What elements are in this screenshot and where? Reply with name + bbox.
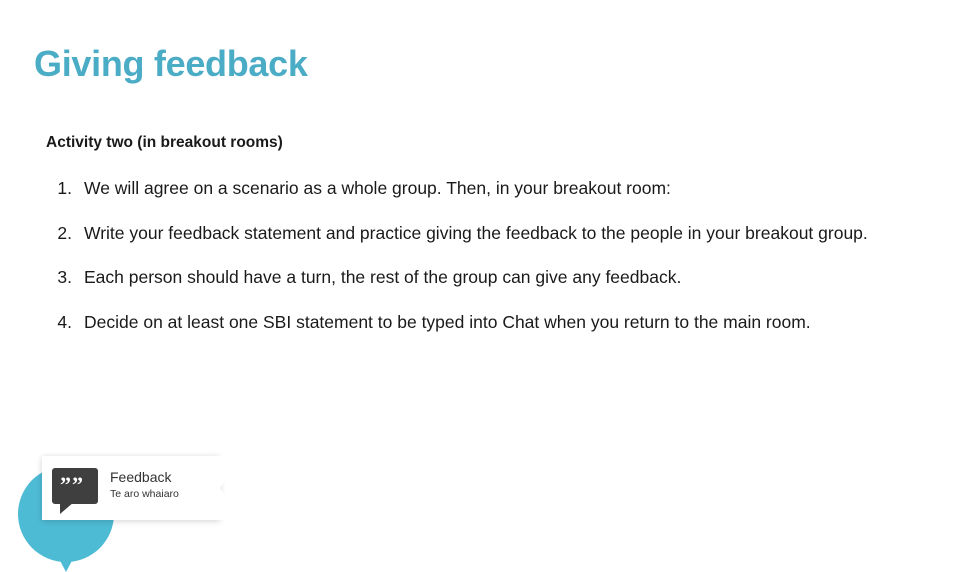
list-item-number: 4. [57, 311, 72, 332]
list-item-number: 3. [57, 267, 72, 288]
list-item-number: 2. [57, 222, 72, 243]
logo-title-mi: Te aro whaiaro [110, 487, 179, 500]
list-item: 1. We will agree on a scenario as a whol… [46, 175, 934, 202]
feedback-logo: ”” Feedback Te aro whaiaro [0, 410, 250, 572]
list-item-text: Write your feedback statement and practi… [84, 222, 868, 243]
list-item-text: Decide on at least one SBI statement to … [84, 311, 811, 332]
logo-wordmark: Feedback Te aro whaiaro [110, 469, 179, 501]
page-title: Giving feedback [34, 43, 308, 84]
pin-tail-shape [48, 538, 84, 572]
list-item-text: We will agree on a scenario as a whole g… [84, 178, 671, 199]
quote-mark-glyph: ”” [60, 472, 84, 497]
slide-body: Activity two (in breakout rooms) 1. We w… [46, 133, 934, 354]
speech-bubble-icon: ”” [52, 468, 98, 514]
list-item: 3. Each person should have a turn, the r… [46, 264, 934, 291]
list-item: 4. Decide on at least one SBI statement … [46, 309, 934, 336]
slide-canvas: Giving feedback Activity two (in breakou… [0, 0, 960, 572]
logo-title-en: Feedback [110, 469, 172, 485]
activity-subheading: Activity two (in breakout rooms) [46, 134, 283, 151]
list-item-number: 1. [57, 178, 72, 199]
activity-steps-list: 1. We will agree on a scenario as a whol… [46, 175, 934, 335]
list-item-text: Each person should have a turn, the rest… [84, 267, 682, 288]
logo-plate: ”” Feedback Te aro whaiaro [42, 456, 242, 520]
list-item: 2. Write your feedback statement and pra… [46, 220, 934, 247]
